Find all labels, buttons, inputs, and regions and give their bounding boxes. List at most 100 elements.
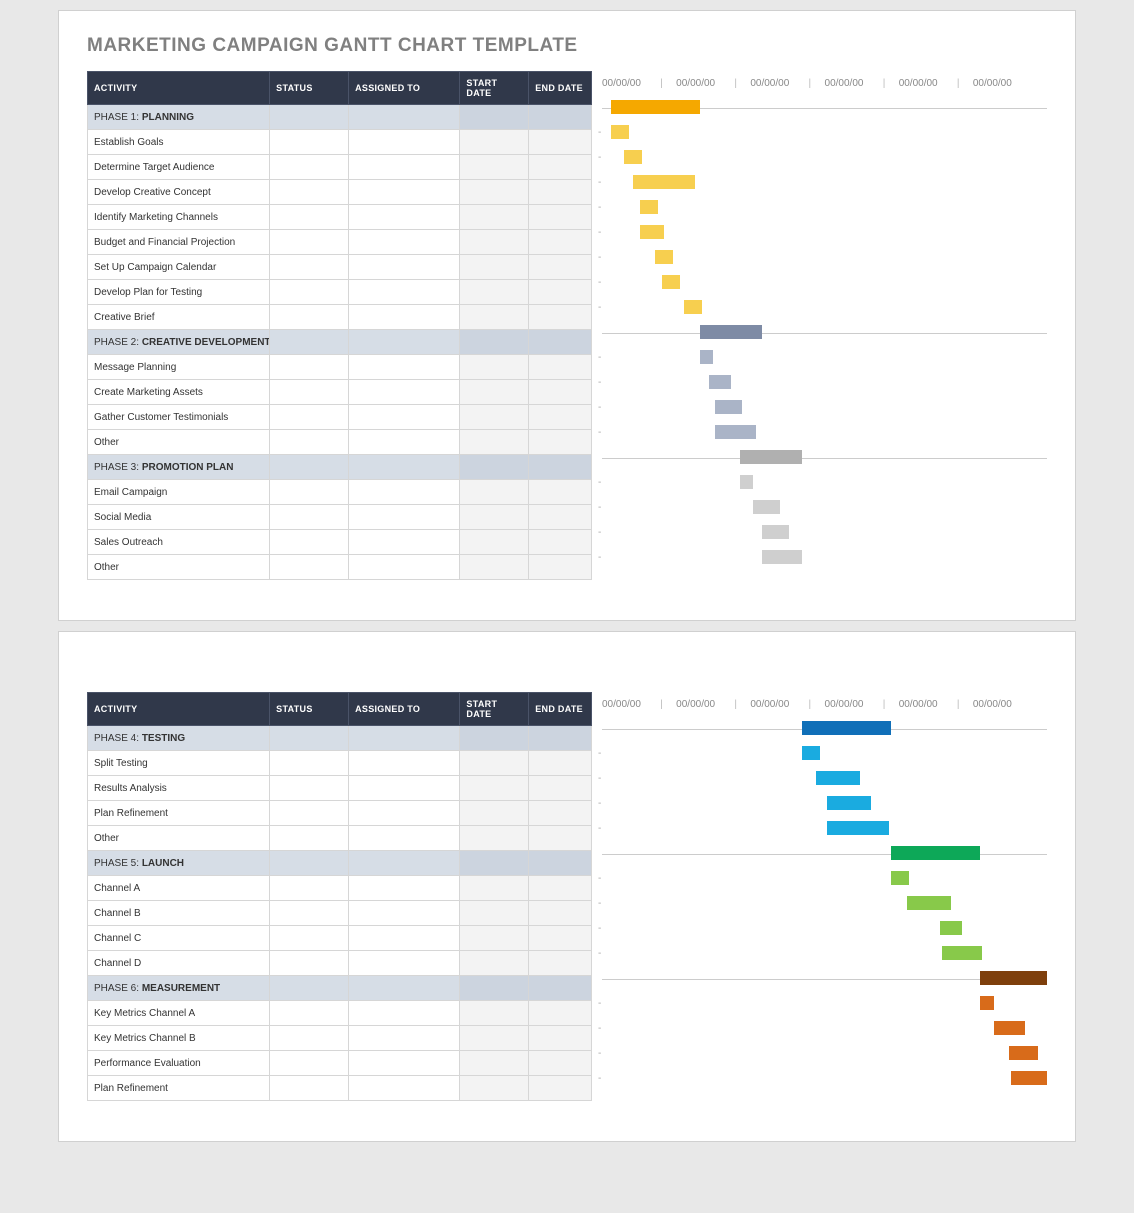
status-cell[interactable] — [270, 951, 349, 976]
assigned-cell[interactable] — [349, 355, 460, 380]
end-date-cell[interactable] — [529, 776, 592, 801]
start-date-cell[interactable] — [460, 355, 529, 380]
start-date-cell[interactable] — [460, 330, 529, 355]
end-date-cell[interactable] — [529, 530, 592, 555]
activity-cell[interactable]: Gather Customer Testimonials — [88, 405, 270, 430]
end-date-cell[interactable] — [529, 926, 592, 951]
activity-cell[interactable]: PHASE 6: MEASUREMENT — [88, 976, 270, 1001]
assigned-cell[interactable] — [349, 801, 460, 826]
activity-cell[interactable]: Channel A — [88, 876, 270, 901]
start-date-cell[interactable] — [460, 726, 529, 751]
start-date-cell[interactable] — [460, 1001, 529, 1026]
status-cell[interactable] — [270, 1026, 349, 1051]
activity-cell[interactable]: Other — [88, 555, 270, 580]
start-date-cell[interactable] — [460, 480, 529, 505]
activity-cell[interactable]: PHASE 3: PROMOTION PLAN — [88, 455, 270, 480]
end-date-cell[interactable] — [529, 255, 592, 280]
end-date-cell[interactable] — [529, 155, 592, 180]
assigned-cell[interactable] — [349, 555, 460, 580]
status-cell[interactable] — [270, 105, 349, 130]
end-date-cell[interactable] — [529, 405, 592, 430]
start-date-cell[interactable] — [460, 205, 529, 230]
end-date-cell[interactable] — [529, 130, 592, 155]
status-cell[interactable] — [270, 1076, 349, 1101]
start-date-cell[interactable] — [460, 1026, 529, 1051]
status-cell[interactable] — [270, 826, 349, 851]
status-cell[interactable] — [270, 405, 349, 430]
end-date-cell[interactable] — [529, 230, 592, 255]
end-date-cell[interactable] — [529, 180, 592, 205]
activity-cell[interactable]: Social Media — [88, 505, 270, 530]
assigned-cell[interactable] — [349, 751, 460, 776]
start-date-cell[interactable] — [460, 305, 529, 330]
activity-cell[interactable]: Channel B — [88, 901, 270, 926]
activity-cell[interactable]: Message Planning — [88, 355, 270, 380]
status-cell[interactable] — [270, 255, 349, 280]
assigned-cell[interactable] — [349, 1026, 460, 1051]
assigned-cell[interactable] — [349, 876, 460, 901]
status-cell[interactable] — [270, 776, 349, 801]
activity-cell[interactable]: PHASE 2: CREATIVE DEVELOPMENT — [88, 330, 270, 355]
activity-cell[interactable]: Budget and Financial Projection — [88, 230, 270, 255]
assigned-cell[interactable] — [349, 851, 460, 876]
activity-cell[interactable]: Key Metrics Channel A — [88, 1001, 270, 1026]
activity-cell[interactable]: PHASE 4: TESTING — [88, 726, 270, 751]
start-date-cell[interactable] — [460, 255, 529, 280]
end-date-cell[interactable] — [529, 801, 592, 826]
start-date-cell[interactable] — [460, 280, 529, 305]
assigned-cell[interactable] — [349, 255, 460, 280]
status-cell[interactable] — [270, 801, 349, 826]
assigned-cell[interactable] — [349, 976, 460, 1001]
end-date-cell[interactable] — [529, 1001, 592, 1026]
assigned-cell[interactable] — [349, 455, 460, 480]
end-date-cell[interactable] — [529, 555, 592, 580]
status-cell[interactable] — [270, 155, 349, 180]
activity-cell[interactable]: Split Testing — [88, 751, 270, 776]
status-cell[interactable] — [270, 1001, 349, 1026]
assigned-cell[interactable] — [349, 130, 460, 155]
activity-cell[interactable]: Creative Brief — [88, 305, 270, 330]
start-date-cell[interactable] — [460, 380, 529, 405]
activity-cell[interactable]: Key Metrics Channel B — [88, 1026, 270, 1051]
assigned-cell[interactable] — [349, 505, 460, 530]
status-cell[interactable] — [270, 530, 349, 555]
end-date-cell[interactable] — [529, 205, 592, 230]
end-date-cell[interactable] — [529, 1026, 592, 1051]
status-cell[interactable] — [270, 480, 349, 505]
status-cell[interactable] — [270, 355, 349, 380]
start-date-cell[interactable] — [460, 180, 529, 205]
assigned-cell[interactable] — [349, 951, 460, 976]
end-date-cell[interactable] — [529, 355, 592, 380]
status-cell[interactable] — [270, 230, 349, 255]
end-date-cell[interactable] — [529, 1051, 592, 1076]
assigned-cell[interactable] — [349, 230, 460, 255]
status-cell[interactable] — [270, 976, 349, 1001]
status-cell[interactable] — [270, 876, 349, 901]
start-date-cell[interactable] — [460, 926, 529, 951]
end-date-cell[interactable] — [529, 876, 592, 901]
start-date-cell[interactable] — [460, 105, 529, 130]
status-cell[interactable] — [270, 505, 349, 530]
status-cell[interactable] — [270, 180, 349, 205]
end-date-cell[interactable] — [529, 951, 592, 976]
assigned-cell[interactable] — [349, 305, 460, 330]
end-date-cell[interactable] — [529, 330, 592, 355]
activity-cell[interactable]: Other — [88, 430, 270, 455]
assigned-cell[interactable] — [349, 926, 460, 951]
start-date-cell[interactable] — [460, 901, 529, 926]
end-date-cell[interactable] — [529, 105, 592, 130]
start-date-cell[interactable] — [460, 430, 529, 455]
assigned-cell[interactable] — [349, 726, 460, 751]
assigned-cell[interactable] — [349, 1076, 460, 1101]
assigned-cell[interactable] — [349, 105, 460, 130]
end-date-cell[interactable] — [529, 826, 592, 851]
start-date-cell[interactable] — [460, 826, 529, 851]
end-date-cell[interactable] — [529, 1076, 592, 1101]
end-date-cell[interactable] — [529, 901, 592, 926]
start-date-cell[interactable] — [460, 776, 529, 801]
activity-cell[interactable]: Create Marketing Assets — [88, 380, 270, 405]
end-date-cell[interactable] — [529, 430, 592, 455]
assigned-cell[interactable] — [349, 901, 460, 926]
status-cell[interactable] — [270, 430, 349, 455]
status-cell[interactable] — [270, 280, 349, 305]
